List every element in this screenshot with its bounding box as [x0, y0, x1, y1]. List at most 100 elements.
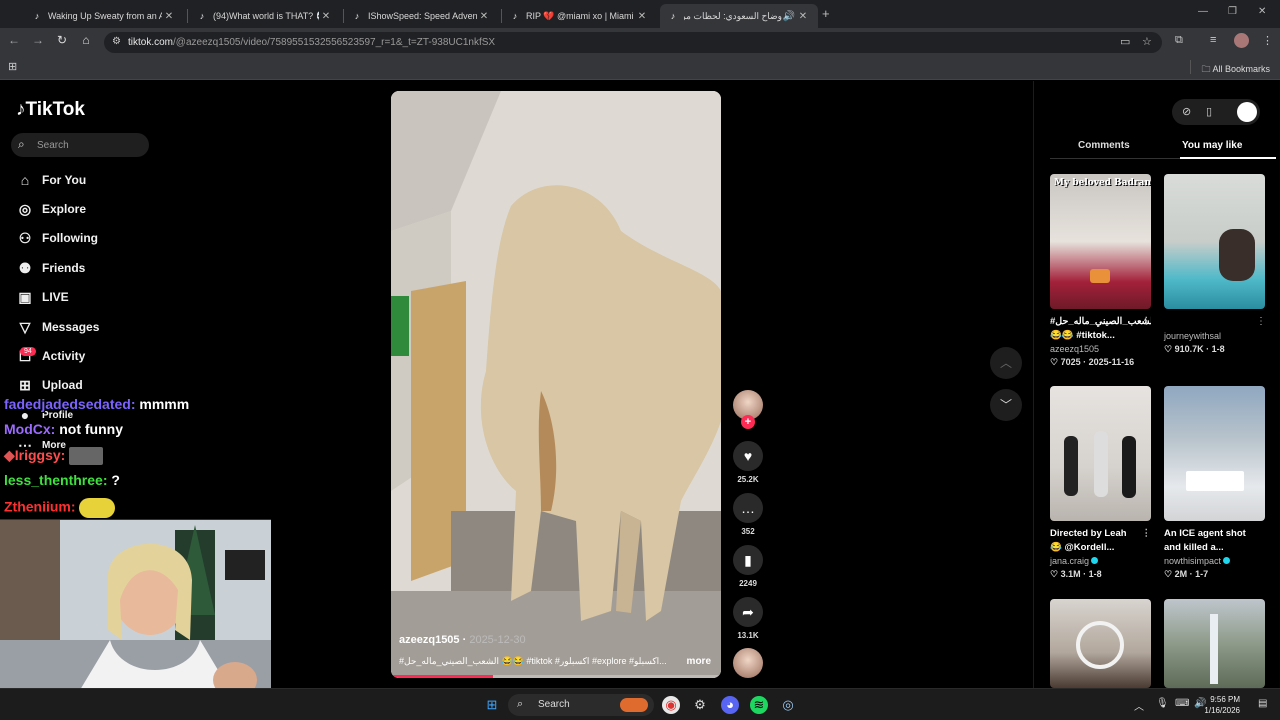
- chevron-down-icon[interactable]: ﹀: [990, 389, 1022, 421]
- video-author[interactable]: azeezq1505 · 2025-12-30: [399, 634, 526, 646]
- card-author[interactable]: azeezq1505: [1050, 344, 1151, 354]
- media-icon[interactable]: ≡: [1210, 34, 1216, 46]
- person-figure: [1064, 436, 1078, 496]
- extensions-icon[interactable]: ⧉: [1175, 34, 1183, 47]
- reload-icon[interactable]: ↻: [54, 33, 70, 47]
- tab-title: Waking Up Sweaty from an Afte: [48, 11, 162, 21]
- discord-icon[interactable]: ◕: [721, 696, 739, 714]
- waterfall-shape: [1210, 614, 1218, 684]
- recommended-video-card[interactable]: [1050, 599, 1151, 688]
- chatterino-icon[interactable]: ⚙: [691, 696, 709, 714]
- menu-icon[interactable]: ⋮: [1262, 34, 1273, 47]
- sidebar-item-label: For You: [42, 173, 87, 187]
- system-clock[interactable]: 9:56 PM 1/16/2026: [1204, 694, 1240, 716]
- card-title: Directed by Leah 😂 @Kordell... ⋮: [1050, 527, 1151, 555]
- more-options-icon[interactable]: ⋮: [1142, 315, 1152, 329]
- spotify-icon[interactable]: ≋: [750, 696, 768, 714]
- card-date: 1-7: [1195, 569, 1209, 579]
- windows-start-icon[interactable]: ⊞: [483, 696, 501, 714]
- person-figure: [1219, 229, 1255, 281]
- cast-icon[interactable]: ▭: [1120, 35, 1130, 48]
- compass-icon[interactable]: ⊘: [1182, 105, 1191, 118]
- new-tab-button[interactable]: +: [822, 6, 836, 21]
- video-progress-bar[interactable]: [391, 675, 721, 678]
- share-button[interactable]: ➦ 13.1K: [733, 597, 763, 640]
- more-options-icon[interactable]: ⋮: [1142, 527, 1152, 541]
- tab-comments[interactable]: Comments: [1078, 140, 1130, 151]
- sidebar-item-upload[interactable]: ⊞ Upload: [16, 374, 83, 396]
- chat-username: Iriggsy:: [14, 447, 66, 463]
- card-author[interactable]: jana.craig: [1050, 556, 1151, 566]
- search-box[interactable]: ⌕: [11, 133, 149, 157]
- recommended-video-card[interactable]: An ICE agent shot and killed a... nowthi…: [1164, 386, 1265, 580]
- author-name: azeezq1505: [399, 634, 460, 646]
- taskbar-search[interactable]: ⌕ Search: [508, 694, 654, 716]
- sidebar-item-live[interactable]: ▣ LIVE: [16, 286, 68, 308]
- close-icon[interactable]: ✕: [635, 11, 649, 22]
- profile-avatar[interactable]: [1234, 33, 1249, 48]
- more-options-icon[interactable]: ⋮: [1256, 316, 1266, 327]
- save-button[interactable]: ▮ 2249: [733, 545, 763, 588]
- recommended-video-card[interactable]: [1164, 599, 1265, 688]
- follow-plus-icon[interactable]: +: [741, 415, 755, 429]
- address-bar[interactable]: ⚙ tiktok.com/@azeezq1505/video/758955153…: [104, 32, 1162, 53]
- tab-you-may-like[interactable]: You may like: [1182, 140, 1242, 151]
- video-player[interactable]: azeezq1505 · 2025-12-30 #الشعب_الصيني_ما…: [391, 91, 721, 678]
- sidebar-item-following[interactable]: ⚇ Following: [16, 227, 98, 249]
- card-likes: 2M: [1174, 569, 1188, 579]
- activity-badge: 94: [20, 347, 36, 356]
- chrome-icon[interactable]: ◉: [662, 696, 680, 714]
- comment-button[interactable]: … 352: [733, 493, 763, 536]
- all-bookmarks[interactable]: 🗀 All Bookmarks: [1201, 62, 1270, 78]
- recommended-video-card[interactable]: journeywithsal ♡ 910.7K · 1-8 ⋮: [1164, 174, 1266, 355]
- back-icon[interactable]: ←: [6, 33, 22, 47]
- notifications-icon[interactable]: ▤: [1258, 698, 1267, 709]
- taskbar-search-label: Search: [538, 699, 570, 710]
- browser-tab-active[interactable]: ♪ وضاح السعودي: لحظات مرح 🔊 ✕: [660, 4, 818, 28]
- close-icon[interactable]: ✕: [319, 11, 333, 22]
- tray-chevron-icon[interactable]: ︿: [1134, 698, 1144, 713]
- home-icon[interactable]: ⌂: [78, 33, 94, 47]
- search-input[interactable]: [37, 136, 142, 154]
- clock-date: 1/16/2026: [1204, 706, 1240, 715]
- speaker-icon[interactable]: 🔊: [782, 11, 796, 22]
- close-icon[interactable]: ✕: [796, 11, 810, 22]
- thumbnail-caption: My beloved Badran: [1054, 178, 1151, 188]
- heart-icon: ♡: [1050, 569, 1061, 579]
- close-icon[interactable]: ✕: [477, 11, 491, 22]
- chevron-up-icon[interactable]: ︿: [990, 347, 1022, 379]
- bookmark-star-icon[interactable]: ☆: [1142, 35, 1152, 48]
- like-button[interactable]: ♥ 25.2K: [733, 441, 763, 484]
- right-panel: ⊘ ▯ Comments You may like My beloved Bad…: [1033, 81, 1280, 688]
- toggle-switch[interactable]: [1237, 102, 1257, 122]
- device-icon[interactable]: ▯: [1206, 105, 1212, 118]
- sidebar-item-friends[interactable]: ⚉ Friends: [16, 257, 86, 279]
- sidebar-item-explore[interactable]: ◎ Explore: [16, 198, 86, 220]
- minimize-icon[interactable]: —: [1198, 6, 1208, 17]
- microphone-icon[interactable]: 🎙: [1156, 698, 1169, 709]
- browser-tab[interactable]: ♪ IShowSpeed: Speed Adventure ✕: [344, 4, 499, 28]
- browser-tab[interactable]: ♪ Waking Up Sweaty from an Afte ✕: [24, 4, 184, 28]
- sidebar-item-for-you[interactable]: ⌂ For You: [16, 169, 86, 191]
- sidebar-item-label: Friends: [42, 261, 86, 275]
- chat-message: less_thenthree: ?: [4, 472, 120, 488]
- maximize-icon[interactable]: ❐: [1228, 6, 1237, 17]
- verified-badge-icon: [1091, 557, 1099, 564]
- close-icon[interactable]: ✕: [162, 11, 176, 22]
- forward-icon[interactable]: →: [30, 33, 46, 47]
- steam-icon[interactable]: ◎: [779, 696, 797, 714]
- site-info-icon[interactable]: ⚙: [112, 36, 121, 47]
- video-thumbnail: [1164, 386, 1265, 521]
- more-link[interactable]: more: [687, 656, 711, 667]
- browser-tab[interactable]: ♪ RIP 💔 @miami xo | Miami Hel ✕: [502, 4, 657, 28]
- browser-tab[interactable]: ♪ (94)What world is THAT? 💀 @ ✕: [189, 4, 341, 28]
- sound-avatar[interactable]: [733, 648, 763, 678]
- network-icon[interactable]: ⌨: [1175, 698, 1189, 709]
- recommended-video-card[interactable]: Directed by Leah 😂 @Kordell... ⋮ jana.cra…: [1050, 386, 1151, 580]
- sidebar-item-messages[interactable]: ▽ Messages: [16, 316, 100, 338]
- apps-grid-icon[interactable]: ⊞: [8, 60, 17, 73]
- card-author[interactable]: nowthisimpact: [1164, 556, 1265, 566]
- tiktok-logo[interactable]: ♪TikTok: [16, 99, 85, 121]
- close-window-icon[interactable]: ✕: [1258, 6, 1266, 17]
- recommended-video-card[interactable]: My beloved Badran #الشعب_الصيني_ماله_حل …: [1050, 174, 1151, 368]
